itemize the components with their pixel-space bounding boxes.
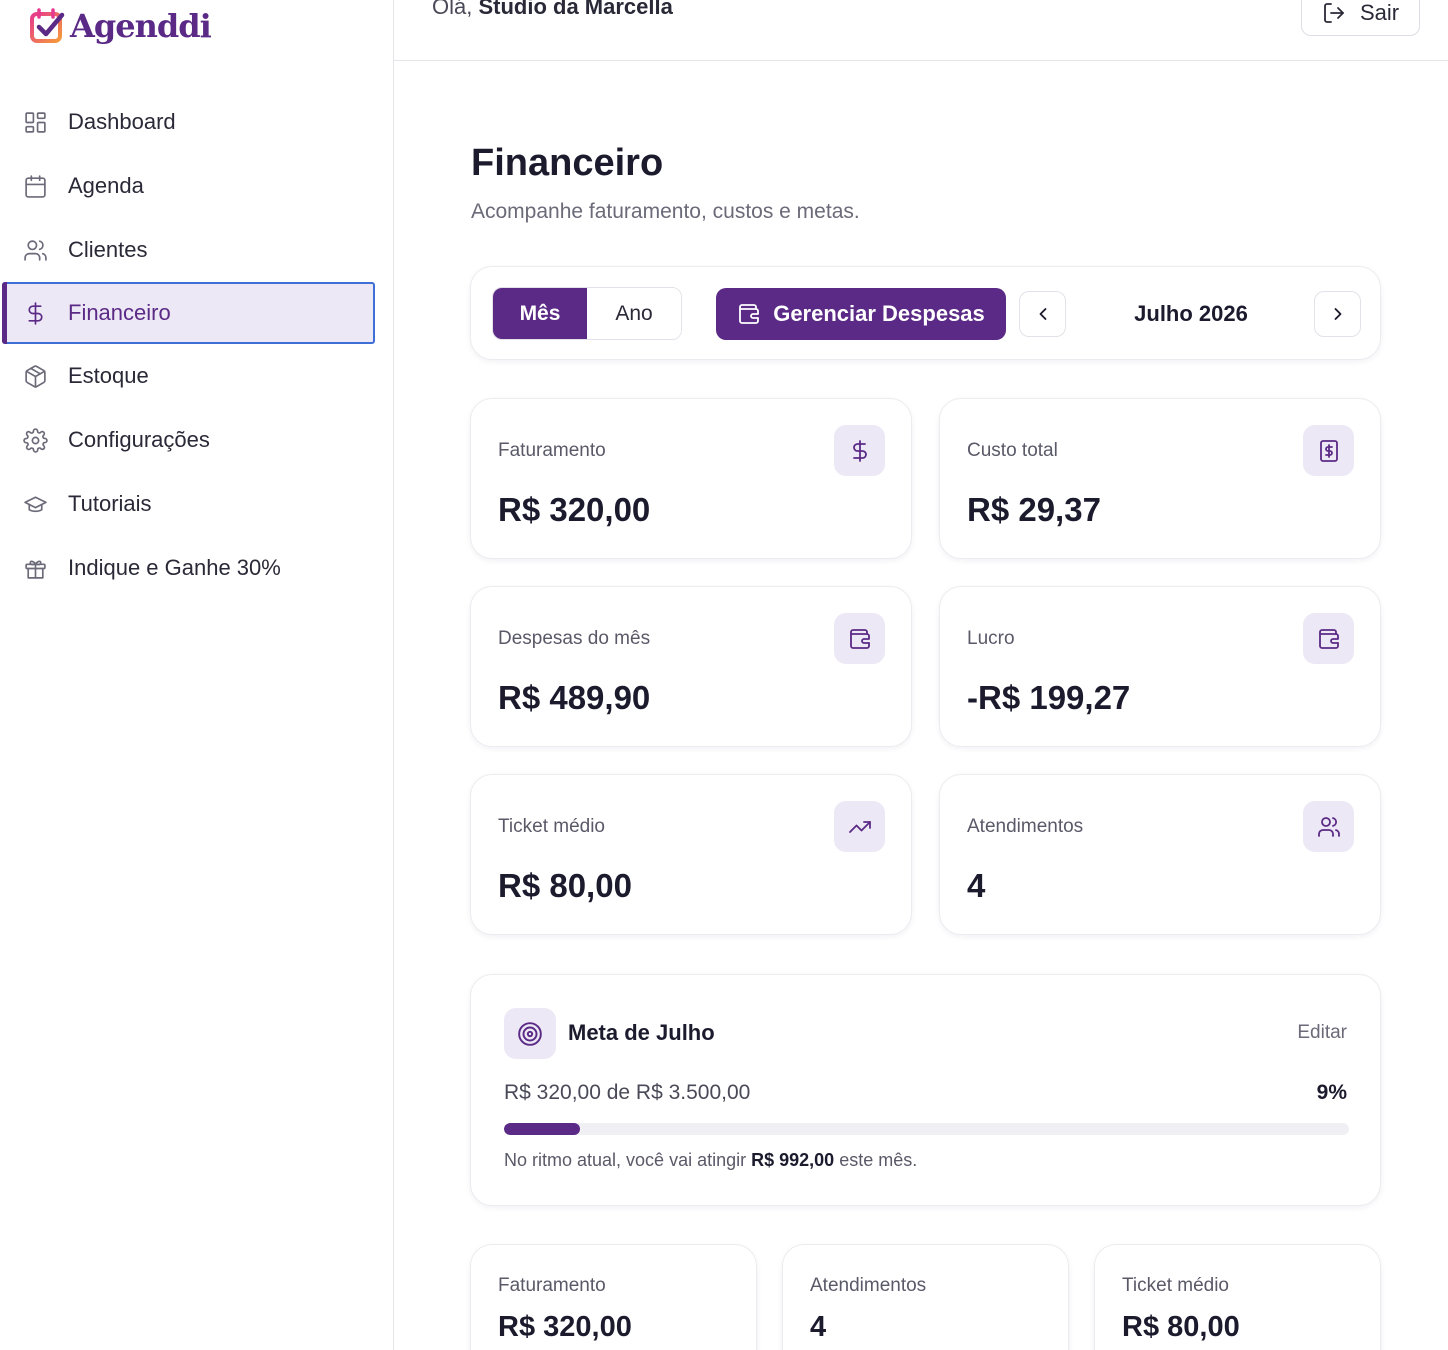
dashboard-icon bbox=[22, 109, 48, 135]
goal-progress-fill bbox=[504, 1123, 581, 1135]
stat-label: Custo total bbox=[967, 440, 1058, 461]
edit-goal-button[interactable]: Editar bbox=[1297, 1022, 1347, 1044]
sidebar-item-label: Tutoriais bbox=[68, 491, 152, 516]
dollar-icon bbox=[22, 300, 48, 326]
chevron-left-icon bbox=[1039, 308, 1046, 320]
receipt-icon bbox=[1303, 425, 1354, 476]
goal-percent: 9% bbox=[1316, 1081, 1347, 1104]
chevron-right-icon bbox=[1334, 308, 1341, 320]
sidebar-nav: Dashboard Agenda Clientes Financeiro Est… bbox=[0, 90, 394, 600]
period-toolbar: Mês Ano Gerenciar Despesas Julho 2026 bbox=[470, 266, 1381, 360]
stat-value: R$ 80,00 bbox=[498, 867, 632, 904]
stat-label: Ticket médio bbox=[498, 816, 605, 837]
goal-title: Meta de Julho bbox=[568, 1020, 715, 1045]
sidebar-item-financeiro[interactable]: Financeiro bbox=[2, 282, 375, 344]
monthly-goal-card: Meta de Julho Editar R$ 320,00 de R$ 3.5… bbox=[470, 974, 1381, 1206]
sidebar-item-configuracoes[interactable]: Configurações bbox=[0, 408, 394, 472]
sidebar-item-agenda[interactable]: Agenda bbox=[0, 154, 394, 218]
sidebar-item-estoque[interactable]: Estoque bbox=[0, 344, 394, 408]
logout-button[interactable]: Sair bbox=[1301, 0, 1420, 36]
app-logo[interactable]: Agenddi bbox=[28, 6, 212, 46]
sidebar-item-label: Estoque bbox=[68, 363, 149, 388]
summary-value: 4 bbox=[810, 1311, 827, 1343]
box-icon bbox=[22, 363, 48, 389]
sidebar-item-clientes[interactable]: Clientes bbox=[0, 218, 394, 282]
users-icon bbox=[1303, 801, 1354, 852]
stat-card-despesas: Despesas do mês R$ 489,90 bbox=[470, 586, 912, 747]
current-period-label: Julho 2026 bbox=[1134, 300, 1248, 326]
app-name: Agenddi bbox=[70, 7, 212, 45]
goal-projection-note: No ritmo atual, você vai atingir R$ 992,… bbox=[504, 1150, 917, 1171]
summary-card-atendimentos: Atendimentos 4 bbox=[782, 1244, 1069, 1350]
goal-note-value: R$ 992,00 bbox=[751, 1150, 835, 1170]
summary-value: R$ 320,00 bbox=[498, 1311, 632, 1343]
target-icon bbox=[504, 1008, 556, 1059]
manage-expenses-label: Gerenciar Despesas bbox=[773, 301, 985, 326]
period-option-mes[interactable]: Mês bbox=[493, 288, 587, 339]
logout-icon bbox=[1324, 3, 1344, 23]
trending-up-icon bbox=[834, 801, 885, 852]
stat-value: -R$ 199,27 bbox=[967, 679, 1131, 716]
stat-label: Despesas do mês bbox=[498, 628, 651, 649]
stat-card-atendimentos: Atendimentos 4 bbox=[939, 774, 1381, 935]
stat-card-faturamento: Faturamento R$ 320,00 bbox=[470, 398, 912, 559]
stat-card-custo-total: Custo total R$ 29,37 bbox=[939, 398, 1381, 559]
gift-icon bbox=[22, 555, 48, 581]
graduation-cap-icon bbox=[22, 491, 48, 517]
sidebar-item-label: Indique e Ganhe 30% bbox=[68, 555, 281, 580]
logout-label: Sair bbox=[1359, 0, 1400, 25]
summary-label: Ticket médio bbox=[1122, 1275, 1229, 1296]
stat-value: 4 bbox=[967, 867, 986, 904]
user-name: Studio da Marcella bbox=[478, 0, 673, 19]
greeting: Olá, Studio da Marcella bbox=[432, 0, 673, 20]
gear-icon bbox=[22, 427, 48, 453]
wallet-icon bbox=[1303, 613, 1354, 664]
stat-label: Lucro bbox=[967, 628, 1015, 649]
next-period-button[interactable] bbox=[1314, 291, 1361, 337]
greeting-prefix: Olá, bbox=[432, 0, 473, 19]
period-toggle: Mês Ano bbox=[492, 287, 682, 340]
stat-card-ticket-medio: Ticket médio R$ 80,00 bbox=[470, 774, 912, 935]
sidebar-item-label: Agenda bbox=[68, 173, 144, 198]
stat-value: R$ 489,90 bbox=[498, 679, 651, 716]
page-title: Financeiro bbox=[471, 142, 664, 184]
stat-value: R$ 320,00 bbox=[498, 491, 651, 528]
sidebar-item-indique[interactable]: Indique e Ganhe 30% bbox=[0, 536, 394, 600]
summary-value: R$ 80,00 bbox=[1122, 1311, 1240, 1343]
page-subtitle: Acompanhe faturamento, custos e metas. bbox=[471, 200, 860, 223]
sidebar: Agenddi Dashboard Agenda Clientes Financ… bbox=[0, 0, 394, 1350]
summary-card-ticket-medio: Ticket médio R$ 80,00 bbox=[1094, 1244, 1381, 1350]
goal-note-prefix: No ritmo atual, você vai atingir bbox=[504, 1150, 747, 1170]
sidebar-item-label: Financeiro bbox=[68, 300, 171, 325]
stat-label: Atendimentos bbox=[967, 816, 1084, 837]
sidebar-item-label: Clientes bbox=[68, 237, 148, 262]
stat-label: Faturamento bbox=[498, 440, 606, 461]
wallet-icon bbox=[739, 304, 760, 324]
period-option-ano[interactable]: Ano bbox=[587, 288, 681, 339]
dollar-icon bbox=[834, 425, 885, 476]
sidebar-item-label: Dashboard bbox=[68, 109, 176, 134]
goal-note-suffix: este mês. bbox=[839, 1150, 918, 1170]
sidebar-item-tutoriais[interactable]: Tutoriais bbox=[0, 472, 394, 536]
stat-value: R$ 29,37 bbox=[967, 491, 1101, 528]
goal-progress-bar bbox=[504, 1123, 1349, 1135]
previous-period-button[interactable] bbox=[1019, 291, 1066, 337]
sidebar-item-dashboard[interactable]: Dashboard bbox=[0, 90, 394, 154]
summary-card-faturamento: Faturamento R$ 320,00 bbox=[470, 1244, 757, 1350]
calendar-check-logo-icon bbox=[30, 8, 65, 43]
top-bar: Olá, Studio da Marcella Sair bbox=[394, 0, 1448, 61]
manage-expenses-button[interactable]: Gerenciar Despesas bbox=[716, 288, 1006, 340]
goal-progress-text: R$ 320,00 de R$ 3.500,00 bbox=[504, 1081, 751, 1104]
sidebar-item-label: Configurações bbox=[68, 427, 210, 452]
stat-card-lucro: Lucro -R$ 199,27 bbox=[939, 586, 1381, 747]
summary-label: Atendimentos bbox=[810, 1275, 927, 1296]
wallet-icon bbox=[834, 613, 885, 664]
calendar-icon bbox=[22, 173, 48, 199]
users-icon bbox=[22, 237, 48, 263]
summary-label: Faturamento bbox=[498, 1275, 606, 1296]
